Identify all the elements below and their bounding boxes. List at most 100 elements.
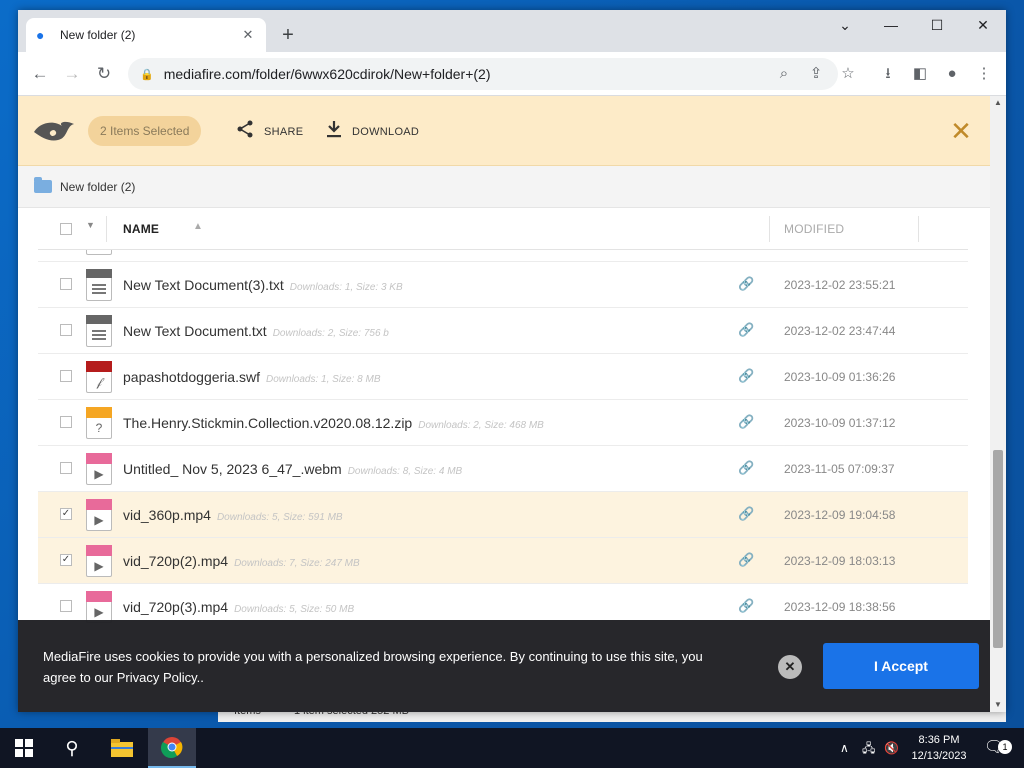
clear-selection-close-icon[interactable]: ✕ <box>948 116 974 146</box>
file-row[interactable]: ✓ ▶ vid_360p.mp4 Downloads: 5, Size: 591 MB… <box>38 492 968 538</box>
copy-link-icon[interactable]: 🔗 <box>738 506 754 522</box>
file-row[interactable]: 𝒻 papashotdoggeria.swf Downloads: 1, Size:… <box>38 354 968 400</box>
download-icon <box>326 120 342 143</box>
file-explorer-icon[interactable] <box>98 728 146 768</box>
scroll-up-arrow-icon[interactable]: ▲ <box>990 96 1006 110</box>
sort-ascending-icon[interactable]: ▲ <box>193 221 203 232</box>
file-name-text[interactable]: vid_720p(3).mp4 <box>123 599 228 615</box>
url-text: mediafire.com/folder/6wwx620cdirok/New+f… <box>163 66 491 82</box>
profile-avatar-icon[interactable]: ● <box>938 60 966 88</box>
system-clock[interactable]: 8:36 PM 12/13/2023 <box>906 732 972 764</box>
page-scrollbar[interactable]: ▲ ▼ <box>990 96 1006 712</box>
menu-kebab-icon[interactable]: ⋮ <box>970 60 998 88</box>
file-name-text[interactable]: New Text Document.txt <box>123 323 267 339</box>
file-checkbox[interactable] <box>60 416 72 428</box>
volume-muted-icon[interactable]: 🔇 <box>884 728 899 768</box>
back-button[interactable]: ← <box>26 60 54 88</box>
file-name[interactable]: New Text Document.txt Downloads: 2, Size:… <box>123 323 389 339</box>
zoom-search-icon[interactable]: ⌕ <box>770 60 798 88</box>
copy-link-icon[interactable]: 🔗 <box>738 276 754 292</box>
file-name-text[interactable]: New Text Document(3).txt <box>123 277 284 293</box>
file-name-text[interactable]: vid_720p(2).mp4 <box>123 553 228 569</box>
file-checkbox[interactable] <box>60 278 72 290</box>
column-name-header[interactable]: NAME <box>123 222 159 236</box>
copy-link-icon[interactable]: 🔗 <box>738 368 754 384</box>
file-checkbox[interactable]: ✓ <box>60 508 72 520</box>
mediafire-logo-icon[interactable] <box>32 116 76 146</box>
mediafire-favicon-icon: ● <box>36 27 45 43</box>
maximize-button[interactable]: ☐ <box>914 10 960 42</box>
tab-active[interactable]: ● New folder (2) ✕ <box>26 18 266 52</box>
new-tab-button[interactable]: + <box>274 22 302 50</box>
file-name[interactable]: vid_720p(3).mp4 Downloads: 5, Size: 50 MB <box>123 599 354 615</box>
copy-link-icon[interactable]: 🔗 <box>738 322 754 338</box>
file-checkbox[interactable] <box>60 324 72 336</box>
file-checkbox[interactable]: ✓ <box>60 554 72 566</box>
items-selected-badge: 2 Items Selected <box>88 116 202 146</box>
breadcrumb-folder-name[interactable]: New folder (2) <box>60 180 135 194</box>
file-checkbox[interactable] <box>60 370 72 382</box>
file-list-header: ▼ NAME ▲ MODIFIED <box>38 208 968 250</box>
tab-search-icon[interactable]: ⌄ <box>822 10 868 42</box>
file-modified-date: 2023-11-05 07:09:37 <box>784 462 895 476</box>
file-row[interactable]: New Text Document(3).txt Downloads: 1, Si… <box>38 262 968 308</box>
file-name-text[interactable]: The.Henry.Stickmin.Collection.v2020.08.1… <box>123 415 412 431</box>
share-page-icon[interactable]: ⇪ <box>802 60 830 88</box>
file-row[interactable]: New Text Document.txt Downloads: 2, Size:… <box>38 308 968 354</box>
file-name-text[interactable]: vid_360p.mp4 <box>123 507 211 523</box>
file-row[interactable]: ? The.Henry.Stickmin.Collection.v2020.08.… <box>38 400 968 446</box>
scroll-down-arrow-icon[interactable]: ▼ <box>990 698 1006 712</box>
search-icon[interactable]: ⚲ <box>48 728 96 768</box>
scroll-thumb[interactable] <box>993 450 1003 648</box>
file-modified-date: 2023-10-09 01:37:12 <box>784 416 896 430</box>
tab-close-icon[interactable]: ✕ <box>240 27 256 43</box>
copy-link-icon[interactable]: 🔗 <box>738 598 754 614</box>
accept-cookies-button[interactable]: I Accept <box>823 643 979 689</box>
copy-link-icon[interactable]: 🔗 <box>738 552 754 568</box>
file-name-text[interactable]: Untitled_ Nov 5, 2023 6_47_.webm <box>123 461 342 477</box>
file-meta: Downloads: 5, Size: 50 MB <box>234 604 355 615</box>
select-all-checkbox[interactable] <box>60 223 72 235</box>
download-button[interactable]: DOWNLOAD <box>326 120 419 143</box>
file-meta: Downloads: 2, Size: 468 MB <box>418 420 544 431</box>
file-name[interactable]: Untitled_ Nov 5, 2023 6_47_.webm Download… <box>123 461 462 477</box>
address-bar[interactable]: 🔒 mediafire.com/folder/6wwx620cdirok/New… <box>128 58 838 90</box>
file-name-text[interactable]: papashotdoggeria.swf <box>123 369 260 385</box>
taskbar: ⚲ ∧ 🖧 🔇 8:36 PM 12/13/2023 🗨 1 <box>0 728 1024 768</box>
file-name[interactable]: papashotdoggeria.swf Downloads: 1, Size: … <box>123 369 381 385</box>
share-button[interactable]: SHARE <box>236 120 303 143</box>
flash-file-icon: 𝒻 <box>86 361 112 393</box>
close-window-button[interactable]: ✕ <box>960 10 1006 42</box>
file-checkbox[interactable] <box>60 462 72 474</box>
file-modified-date: 2023-12-02 23:47:44 <box>784 324 896 338</box>
network-icon[interactable]: 🖧 <box>862 728 875 768</box>
zip-file-icon: ? <box>86 407 112 439</box>
header-divider <box>106 216 107 242</box>
file-name[interactable]: New Text Document(3).txt Downloads: 1, Si… <box>123 277 403 293</box>
reload-button[interactable]: ↻ <box>90 60 118 88</box>
tab-title: New folder (2) <box>60 28 136 42</box>
file-name[interactable]: vid_720p(2).mp4 Downloads: 7, Size: 247 M… <box>123 553 360 569</box>
start-windows-icon[interactable] <box>0 728 48 768</box>
minimize-button[interactable]: — <box>868 10 914 42</box>
side-panel-icon[interactable]: ◧ <box>906 60 934 88</box>
forward-button[interactable]: → <box>58 60 86 88</box>
file-modified-date: 2023-12-09 18:38:56 <box>784 600 896 614</box>
show-hidden-icons-chevron-up-icon[interactable]: ∧ <box>840 728 849 768</box>
cookie-close-icon[interactable]: ✕ <box>778 655 802 679</box>
bookmark-star-icon[interactable]: ☆ <box>834 60 862 88</box>
file-row[interactable]: ✓ ▶ vid_720p(2).mp4 Downloads: 7, Size: 247… <box>38 538 968 584</box>
file-name[interactable]: vid_360p.mp4 Downloads: 5, Size: 591 MB <box>123 507 343 523</box>
file-row[interactable]: ▶ Untitled_ Nov 5, 2023 6_47_.webm Downloa… <box>38 446 968 492</box>
copy-link-icon[interactable]: 🔗 <box>738 460 754 476</box>
select-options-chevron-down-icon[interactable]: ▼ <box>86 220 95 230</box>
copy-link-icon[interactable]: 🔗 <box>738 414 754 430</box>
folder-icon <box>34 177 52 193</box>
column-modified-header[interactable]: MODIFIED <box>784 222 844 236</box>
cookie-banner: MediaFire uses cookies to provide you wi… <box>18 620 990 712</box>
file-row[interactable]: New Text Document(2).txtDownloads: 2, Si… <box>38 250 968 262</box>
downloads-icon[interactable]: ⭳ <box>874 60 902 88</box>
file-name[interactable]: The.Henry.Stickmin.Collection.v2020.08.1… <box>123 415 544 431</box>
chrome-icon[interactable] <box>148 728 196 768</box>
file-checkbox[interactable] <box>60 600 72 612</box>
